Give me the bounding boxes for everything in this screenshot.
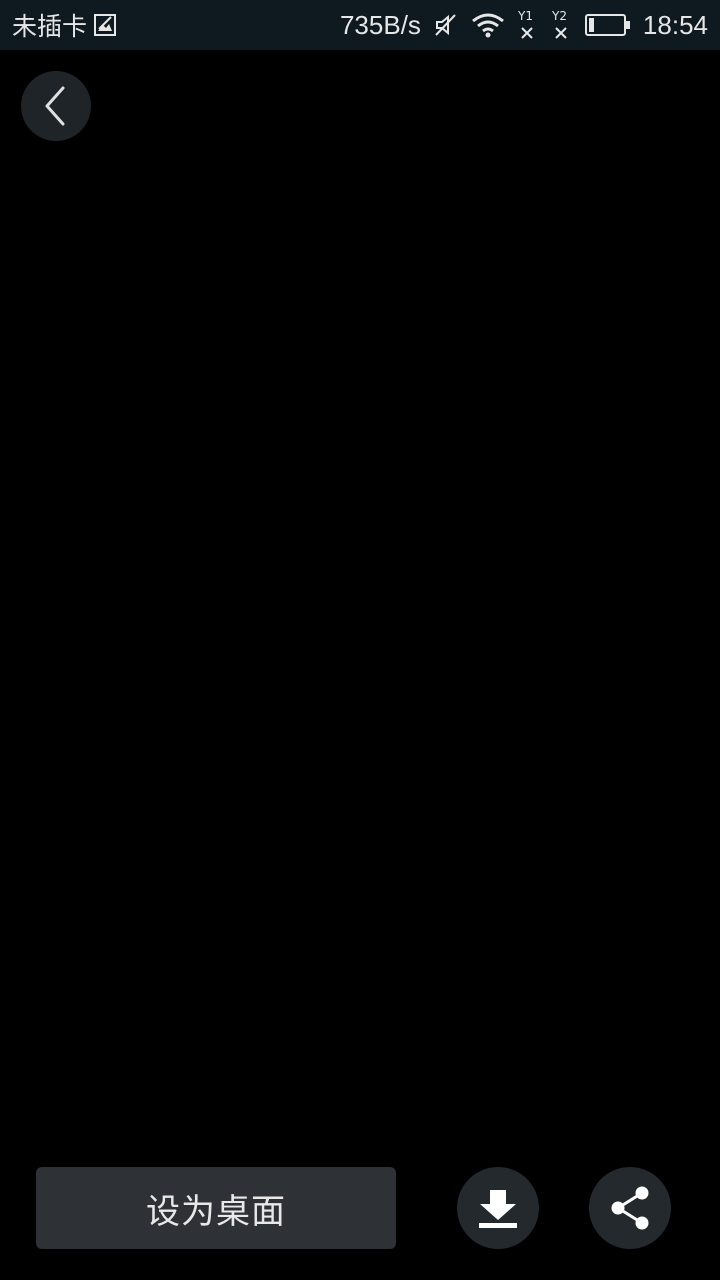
sim-image-icon <box>93 13 117 37</box>
back-button[interactable] <box>21 71 91 141</box>
sim1-no-signal-icon: Y1 <box>517 8 539 42</box>
battery-icon <box>584 13 631 37</box>
wifi-icon <box>471 12 505 38</box>
status-left: 未插卡 <box>12 0 117 50</box>
set-as-wallpaper-button[interactable]: 设为桌面 <box>36 1167 396 1249</box>
carrier-label: 未插卡 <box>12 12 88 41</box>
wallpaper-preview-screen: 未插卡 735B/s Y1 Y2 18:54 设为桌面 <box>0 0 720 1280</box>
chevron-left-icon <box>41 86 71 126</box>
status-bar: 未插卡 735B/s Y1 Y2 18:54 <box>0 0 720 50</box>
network-speed: 735B/s <box>339 9 421 40</box>
sim2-no-signal-icon: Y2 <box>551 8 573 42</box>
svg-text:Y1: Y1 <box>517 9 533 23</box>
download-button[interactable] <box>457 1167 539 1249</box>
mute-icon <box>433 12 459 38</box>
share-icon <box>608 1184 652 1232</box>
share-button[interactable] <box>589 1167 671 1249</box>
svg-text:Y2: Y2 <box>551 9 567 23</box>
status-right: 735B/s Y1 Y2 18:54 <box>340 0 708 50</box>
download-icon <box>476 1188 520 1228</box>
clock: 18:54 <box>642 9 708 40</box>
